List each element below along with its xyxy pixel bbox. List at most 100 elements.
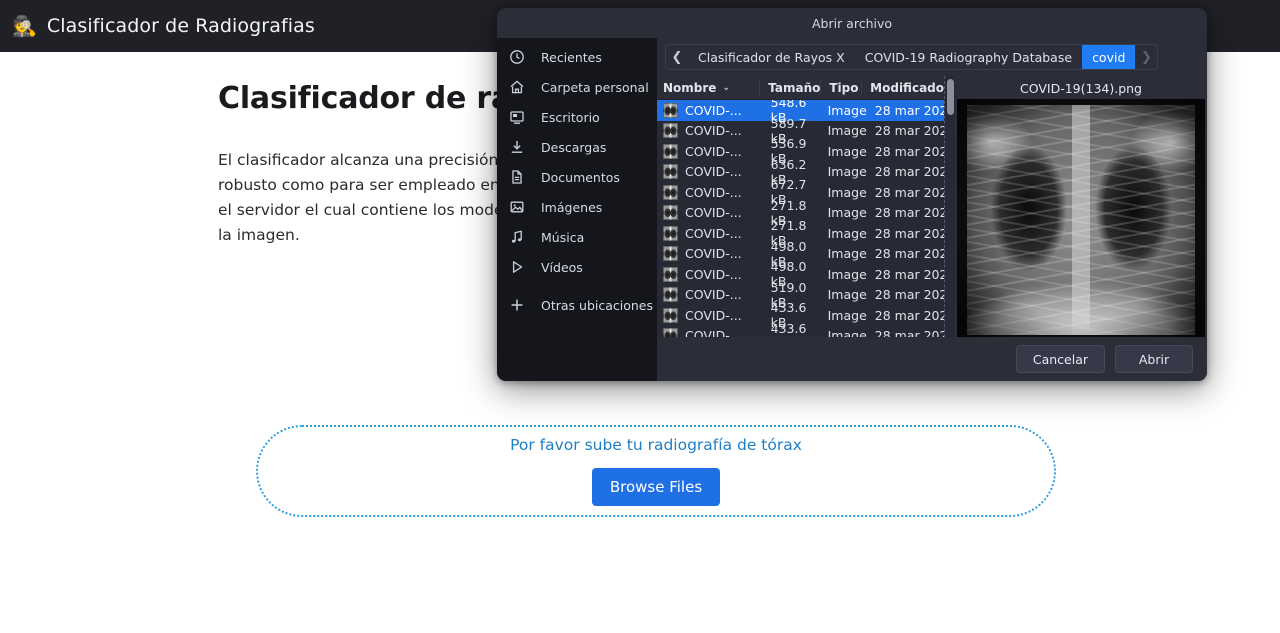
file-list-pane: Nombre ⌄ Tamaño Tipo Modificado COVID-..…	[657, 76, 944, 337]
browse-files-button[interactable]: Browse Files	[591, 468, 721, 506]
sidebar-item-escritorio[interactable]: Escritorio	[497, 102, 657, 132]
file-modified-cell: 28 mar 2020	[874, 307, 944, 323]
sidebar-item-imagenes[interactable]: Imágenes	[497, 192, 657, 222]
file-name-label: COVID-...	[685, 225, 742, 241]
file-modified-cell: 28 mar 2020	[874, 328, 944, 337]
window-title: Clasificador de Radiografias	[46, 15, 315, 37]
file-name-cell: COVID-...	[663, 246, 763, 262]
file-dropzone[interactable]: Por favor sube tu radiografía de tórax B…	[256, 425, 1056, 517]
breadcrumb-item-covid[interactable]: covid	[1082, 45, 1136, 69]
file-type-cell: Image	[827, 164, 867, 180]
sidebar-item-label: Descargas	[541, 139, 607, 155]
file-name-cell: COVID-...	[663, 184, 763, 200]
sidebar-item-carpeta-personal[interactable]: Carpeta personal	[497, 72, 657, 102]
chevron-right-icon[interactable]: ❯	[1135, 45, 1157, 69]
file-name-label: COVID-...	[685, 307, 742, 323]
column-header-tipo[interactable]: Tipo	[820, 80, 861, 95]
file-modified-cell: 28 mar 2020	[874, 225, 944, 241]
file-type-cell: Image	[827, 123, 867, 139]
file-type-cell: Image	[827, 266, 867, 282]
picture-icon	[509, 199, 525, 215]
breadcrumb-item-clasificador-de-rayos-x[interactable]: Clasificador de Rayos X	[688, 45, 855, 69]
column-header-label: Nombre	[663, 80, 717, 95]
file-name-label: COVID-...	[685, 287, 742, 303]
dialog-title: Abrir archivo	[811, 15, 893, 31]
dialog-footer: Cancelar Abrir	[657, 337, 1207, 381]
file-name-label: COVID-...	[685, 123, 742, 139]
cancel-button[interactable]: Cancelar	[1015, 345, 1105, 373]
sidebar-item-otras-ubicaciones[interactable]: Otras ubicaciones	[497, 290, 657, 320]
sidebar-item-recientes[interactable]: Recientes	[497, 42, 657, 72]
dropzone-label: Por favor sube tu radiografía de tórax	[510, 436, 802, 454]
download-icon	[509, 139, 525, 155]
column-header-label: Tipo	[829, 80, 859, 95]
file-modified-cell: 28 mar 2020	[874, 143, 944, 159]
file-type-cell: Image	[827, 287, 867, 303]
file-list-scrollbar[interactable]	[944, 76, 955, 337]
table-row[interactable]: COVID-... 433.6 kB Image 28 mar 2020	[657, 321, 944, 337]
xray-thumbnail-icon	[663, 123, 678, 139]
column-header-label: Modificado	[870, 80, 944, 95]
column-header-modificado[interactable]: Modificado	[861, 80, 944, 95]
xray-thumbnail-icon	[663, 307, 678, 323]
xray-thumbnail-icon	[663, 328, 678, 337]
file-type-cell: Image	[827, 143, 867, 159]
file-name-label: COVID-...	[685, 184, 742, 200]
chest-xray-image	[957, 98, 1205, 337]
file-type-cell: Image	[827, 102, 867, 118]
file-name-label: COVID-...	[685, 205, 742, 221]
file-name-label: COVID-...	[685, 143, 742, 159]
column-header-label: Tamaño	[768, 80, 821, 95]
file-type-cell: Image	[827, 205, 867, 221]
breadcrumb[interactable]: ❮ Clasificador de Rayos X COVID-19 Radio…	[665, 44, 1159, 70]
music-note-icon	[509, 229, 525, 245]
dialog-body: Recientes Carpeta personal Escritorio De…	[497, 38, 1207, 381]
dialog-right-pane: ❮ Clasificador de Rayos X COVID-19 Radio…	[657, 38, 1207, 381]
file-name-cell: COVID-...	[663, 102, 763, 118]
sidebar-item-label: Vídeos	[541, 259, 583, 275]
pathbar-row: ❮ Clasificador de Rayos X COVID-19 Radio…	[657, 38, 1207, 76]
sidebar-item-musica[interactable]: Música	[497, 222, 657, 252]
sidebar-item-descargas[interactable]: Descargas	[497, 132, 657, 162]
file-modified-cell: 28 mar 2020	[874, 246, 944, 262]
file-name-cell: COVID-...	[663, 266, 763, 282]
xray-thumbnail-icon	[663, 102, 678, 118]
file-type-cell: Image	[827, 246, 867, 262]
xray-thumbnail-icon	[663, 184, 678, 200]
sidebar-item-documentos[interactable]: Documentos	[497, 162, 657, 192]
file-name-label: COVID-...	[685, 102, 742, 118]
file-name-cell: COVID-...	[663, 307, 763, 323]
sidebar-item-videos[interactable]: Vídeos	[497, 252, 657, 282]
file-name-cell: COVID-...	[663, 143, 763, 159]
breadcrumb-item-covid-19-radiography-database[interactable]: COVID-19 Radiography Database	[855, 45, 1082, 69]
chevron-left-icon[interactable]: ❮	[666, 45, 688, 69]
play-triangle-icon	[509, 259, 525, 275]
chevron-down-icon: ⌄	[722, 82, 730, 93]
xray-thumbnail-icon	[663, 266, 678, 282]
column-header-nombre[interactable]: Nombre ⌄	[663, 81, 759, 95]
file-name-cell: COVID-...	[663, 205, 763, 221]
dialog-titlebar: Abrir archivo	[497, 8, 1207, 38]
clipboard-person-icon: 🕵️	[12, 14, 37, 38]
column-header-tamano[interactable]: Tamaño	[759, 80, 821, 95]
file-list-scroll-area[interactable]: COVID-...548.6 kBImage28 mar 2020COVID-.…	[657, 100, 944, 337]
file-modified-cell: 28 mar 2020	[874, 184, 944, 200]
file-preview-pane: COVID-19(134).png	[955, 76, 1207, 337]
monitor-icon	[509, 109, 525, 125]
scrollbar-thumb[interactable]	[947, 79, 954, 115]
open-file-dialog[interactable]: Abrir archivo Recientes Carpeta personal…	[497, 8, 1207, 381]
file-name-cell: COVID-...	[663, 225, 763, 241]
open-button[interactable]: Abrir	[1115, 345, 1193, 373]
file-type-cell: Image	[827, 225, 867, 241]
xray-thumbnail-icon	[663, 205, 678, 221]
file-name-cell: COVID-...	[663, 123, 763, 139]
sidebar-item-label: Imágenes	[541, 199, 603, 215]
document-icon	[509, 169, 525, 185]
sidebar-item-label: Carpeta personal	[541, 79, 649, 95]
xray-thumbnail-icon	[663, 225, 678, 241]
sidebar-item-label: Documentos	[541, 169, 620, 185]
preview-filename: COVID-19(134).png	[1019, 80, 1142, 96]
file-modified-cell: 28 mar 2020	[874, 205, 944, 221]
file-size-cell: 433.6 kB	[770, 320, 807, 337]
sidebar-item-label: Escritorio	[541, 109, 600, 125]
